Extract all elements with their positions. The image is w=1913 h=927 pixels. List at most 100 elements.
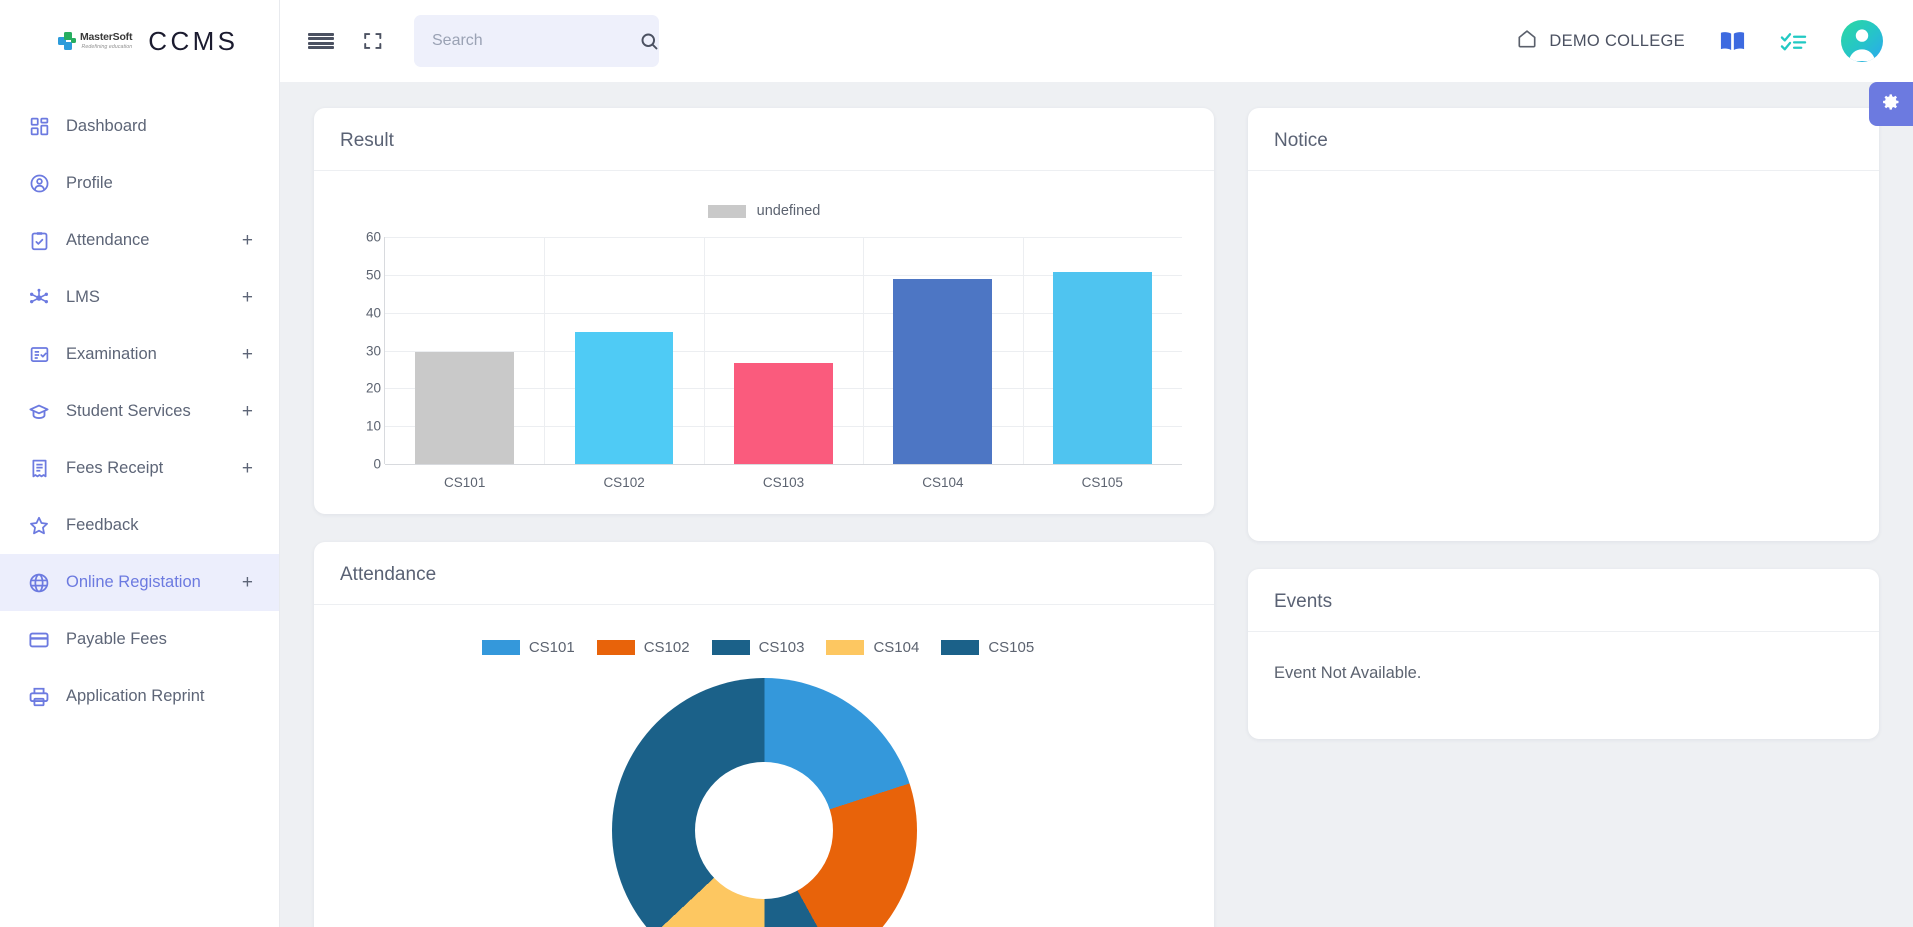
sidebar-item-label: Attendance	[66, 231, 242, 250]
bar-chart-legend: undefined	[336, 203, 1192, 219]
legend-swatch	[482, 640, 520, 655]
legend-item[interactable]: CS104	[826, 639, 919, 656]
legend-label: CS101	[529, 639, 575, 656]
sidebar-item-student-services[interactable]: Student Services +	[0, 383, 279, 440]
bar[interactable]	[893, 279, 992, 464]
mastersoft-mark-icon	[58, 32, 77, 51]
result-bar-chart: 0102030405060CS101CS102CS103CS104CS105	[346, 229, 1192, 494]
y-axis-tick: 20	[351, 381, 381, 396]
sidebar-item-label: Examination	[66, 345, 242, 364]
legend-item[interactable]: CS102	[597, 639, 690, 656]
search-icon[interactable]	[639, 31, 660, 52]
hamburger-icon[interactable]	[308, 30, 334, 52]
sidebar-expander[interactable]: +	[242, 402, 253, 421]
bar-column: CS105	[1023, 237, 1182, 464]
x-axis-tick: CS103	[704, 475, 863, 490]
card-title: Attendance	[340, 564, 1188, 586]
x-axis-tick: CS104	[863, 475, 1022, 490]
sidebar-item-label: Student Services	[66, 402, 242, 421]
gear-icon	[1881, 92, 1901, 117]
bar[interactable]	[1053, 272, 1152, 464]
x-axis-tick: CS101	[385, 475, 544, 490]
sidebar-item-profile[interactable]: Profile	[0, 155, 279, 212]
attendance-icon	[26, 228, 52, 254]
result-card-header: Result	[314, 108, 1214, 171]
bar[interactable]	[575, 332, 674, 464]
y-axis-tick: 40	[351, 305, 381, 320]
y-axis-tick: 10	[351, 419, 381, 434]
sidebar-item-payable-fees[interactable]: Payable Fees	[0, 611, 279, 668]
fees-receipt-icon	[26, 456, 52, 482]
sidebar-expander[interactable]: +	[242, 288, 253, 307]
bar-column: CS104	[863, 237, 1022, 464]
lms-icon	[26, 285, 52, 311]
legend-swatch	[597, 640, 635, 655]
left-column: Result undefined 0102030405060CS101CS102…	[314, 108, 1214, 927]
sidebar-item-examination[interactable]: Examination +	[0, 326, 279, 383]
sidebar-nav: Dashboard Profile Attendance +	[0, 82, 279, 725]
result-card-body: undefined 0102030405060CS101CS102CS103CS…	[314, 171, 1214, 514]
app-title: CCMS	[148, 26, 238, 57]
globe-icon	[26, 570, 52, 596]
attendance-card-body: CS101 CS102 CS103 CS104 CS105	[314, 605, 1214, 927]
attendance-card-header: Attendance	[314, 542, 1214, 605]
notice-card-header: Notice	[1248, 108, 1879, 171]
printer-icon	[26, 684, 52, 710]
legend-item[interactable]: CS105	[941, 639, 1034, 656]
sidebar-item-feedback[interactable]: Feedback	[0, 497, 279, 554]
sidebar-expander[interactable]: +	[242, 459, 253, 478]
bar-column: CS102	[544, 237, 703, 464]
sidebar-expander[interactable]: +	[242, 573, 253, 592]
avatar[interactable]	[1841, 20, 1883, 62]
sidebar-expander[interactable]: +	[242, 345, 253, 364]
card-title: Events	[1274, 591, 1853, 613]
y-axis-tick: 50	[351, 267, 381, 282]
legend-item[interactable]: CS101	[482, 639, 575, 656]
right-column: Notice Events Event Not Available.	[1248, 108, 1879, 927]
sidebar-item-fees-receipt[interactable]: Fees Receipt +	[0, 440, 279, 497]
sidebar: MasterSoft Redefining education CCMS Das…	[0, 0, 280, 927]
bar[interactable]	[734, 363, 833, 464]
checklist-icon[interactable]	[1780, 29, 1807, 53]
attendance-donut-chart	[612, 678, 917, 927]
events-empty-text: Event Not Available.	[1274, 664, 1853, 683]
sidebar-expander[interactable]: +	[242, 231, 253, 250]
college-chip[interactable]: DEMO COLLEGE	[1516, 28, 1685, 55]
book-icon[interactable]	[1719, 29, 1746, 53]
y-axis-tick: 60	[351, 230, 381, 245]
notice-list[interactable]	[1248, 171, 1879, 541]
sidebar-item-online-registation[interactable]: Online Registation +	[0, 554, 279, 611]
donut-chart-legend: CS101 CS102 CS103 CS104 CS105	[336, 639, 1192, 656]
feedback-star-icon	[26, 513, 52, 539]
sidebar-item-dashboard[interactable]: Dashboard	[0, 98, 279, 155]
x-axis-tick: CS102	[544, 475, 703, 490]
top-header: DEMO COLLEGE	[280, 0, 1913, 82]
legend-label: undefined	[757, 203, 821, 219]
events-card: Events Event Not Available.	[1248, 569, 1879, 739]
sidebar-item-application-reprint[interactable]: Application Reprint	[0, 668, 279, 725]
settings-tab-button[interactable]	[1869, 82, 1913, 126]
mastersoft-logo: MasterSoft Redefining education	[58, 32, 132, 51]
brand[interactable]: MasterSoft Redefining education CCMS	[0, 0, 279, 82]
dashboard-icon	[26, 114, 52, 140]
sidebar-item-label: LMS	[66, 288, 242, 307]
sidebar-item-lms[interactable]: LMS +	[0, 269, 279, 326]
card-icon	[26, 627, 52, 653]
card-title: Notice	[1274, 130, 1853, 152]
sidebar-item-label: Profile	[66, 174, 259, 193]
legend-label: CS105	[988, 639, 1034, 656]
legend-swatch	[941, 640, 979, 655]
card-title: Result	[340, 130, 1188, 152]
search-box[interactable]	[414, 15, 659, 67]
college-name: DEMO COLLEGE	[1549, 32, 1685, 51]
legend-swatch	[712, 640, 750, 655]
search-input[interactable]	[432, 32, 639, 50]
fullscreen-icon[interactable]	[362, 30, 384, 52]
bar[interactable]	[415, 352, 514, 464]
notice-card: Notice	[1248, 108, 1879, 541]
legend-swatch	[708, 205, 746, 218]
y-axis-tick: 0	[351, 457, 381, 472]
sidebar-item-attendance[interactable]: Attendance +	[0, 212, 279, 269]
legend-item[interactable]: CS103	[712, 639, 805, 656]
bar-column: CS103	[704, 237, 863, 464]
